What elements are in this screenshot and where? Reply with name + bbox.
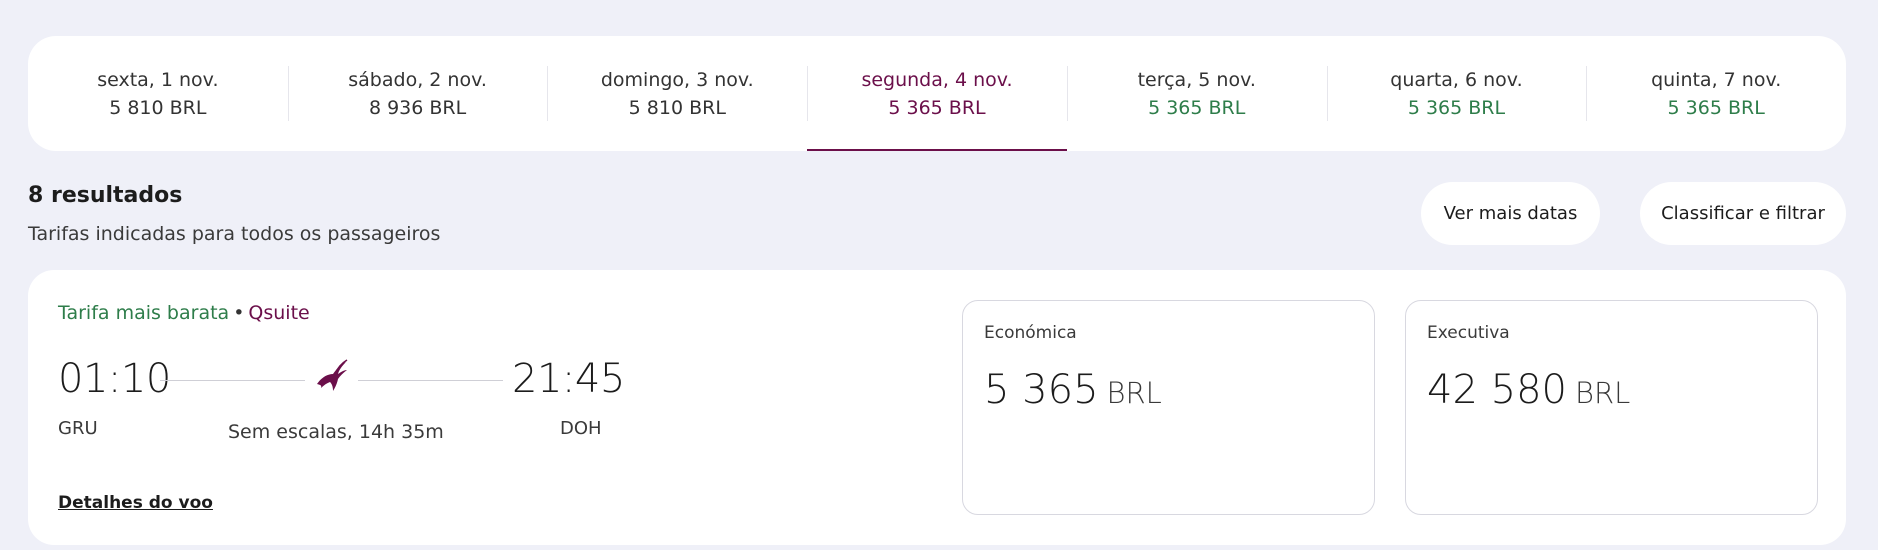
fare-price: 5 365 BRL	[984, 367, 1162, 413]
results-subtitle: Tarifas indicadas para todos os passagei…	[28, 223, 441, 245]
date-tab-7[interactable]: quinta, 7 nov. 5 365 BRL	[1586, 36, 1846, 151]
date-label: segunda, 4 nov.	[861, 68, 1013, 91]
flight-card: Tarifa mais barata • Qsuite 01:10 21:45 GR…	[28, 270, 1846, 545]
date-price: 5 810 BRL	[109, 96, 207, 119]
date-tab-3[interactable]: domingo, 3 nov. 5 810 BRL	[547, 36, 807, 151]
date-label: quinta, 7 nov.	[1651, 68, 1782, 91]
date-label: terça, 5 nov.	[1137, 68, 1256, 91]
arrival-airport: DOH	[560, 418, 602, 439]
flight-details-link[interactable]: Detalhes do voo	[58, 493, 213, 513]
date-tab-1[interactable]: sexta, 1 nov. 5 810 BRL	[28, 36, 288, 151]
date-label: sexta, 1 nov.	[97, 68, 219, 91]
date-price: 5 810 BRL	[628, 96, 726, 119]
fare-option-economy[interactable]: Económica 5 365 BRL	[962, 300, 1375, 515]
route-line-left	[160, 380, 305, 381]
fare-class-label: Económica	[984, 323, 1077, 343]
fare-price: 42 580 BRL	[1427, 367, 1630, 413]
departure-airport: GRU	[58, 418, 98, 439]
date-price: 5 365 BRL	[1667, 96, 1765, 119]
sort-filter-button[interactable]: Classificar e filtrar	[1640, 182, 1846, 245]
fare-amount: 42 580	[1427, 367, 1567, 413]
cheapest-tag: Tarifa mais barata	[58, 302, 230, 324]
date-selector: sexta, 1 nov. 5 810 BRL sábado, 2 nov. 8…	[28, 36, 1846, 151]
oryx-logo-icon	[317, 359, 348, 391]
fare-option-business[interactable]: Executiva 42 580 BRL	[1405, 300, 1818, 515]
date-tab-2[interactable]: sábado, 2 nov. 8 936 BRL	[287, 36, 548, 151]
cabin-tag: Qsuite	[248, 302, 310, 324]
date-price: 5 365 BRL	[1407, 96, 1506, 119]
fare-amount: 5 365	[984, 367, 1099, 413]
date-label: quarta, 6 nov.	[1390, 68, 1523, 91]
date-label: sábado, 2 nov.	[348, 68, 487, 91]
fare-currency: BRL	[1106, 376, 1162, 410]
date-tab-6[interactable]: quarta, 6 nov. 5 365 BRL	[1326, 36, 1587, 151]
flight-duration: Sem escalas, 14h 35m	[228, 421, 444, 443]
results-count: 8 resultados	[28, 183, 183, 208]
date-tab-4-selected[interactable]: segunda, 4 nov. 5 365 BRL	[807, 36, 1067, 151]
fare-class-label: Executiva	[1427, 323, 1510, 343]
arrival-time: 21:45	[512, 356, 625, 402]
tag-separator: •	[233, 302, 245, 324]
route-line-right	[358, 380, 503, 381]
date-label: domingo, 3 nov.	[600, 68, 754, 91]
date-tab-5[interactable]: terça, 5 nov. 5 365 BRL	[1066, 36, 1327, 151]
more-dates-button[interactable]: Ver mais datas	[1421, 182, 1600, 245]
date-price: 5 365 BRL	[1148, 96, 1246, 119]
fare-currency: BRL	[1574, 376, 1631, 410]
date-price: 8 936 BRL	[368, 96, 467, 119]
departure-time: 01:10	[58, 356, 171, 402]
fare-tags: Tarifa mais barata • Qsuite	[58, 302, 310, 324]
date-price: 5 365 BRL	[888, 96, 986, 119]
